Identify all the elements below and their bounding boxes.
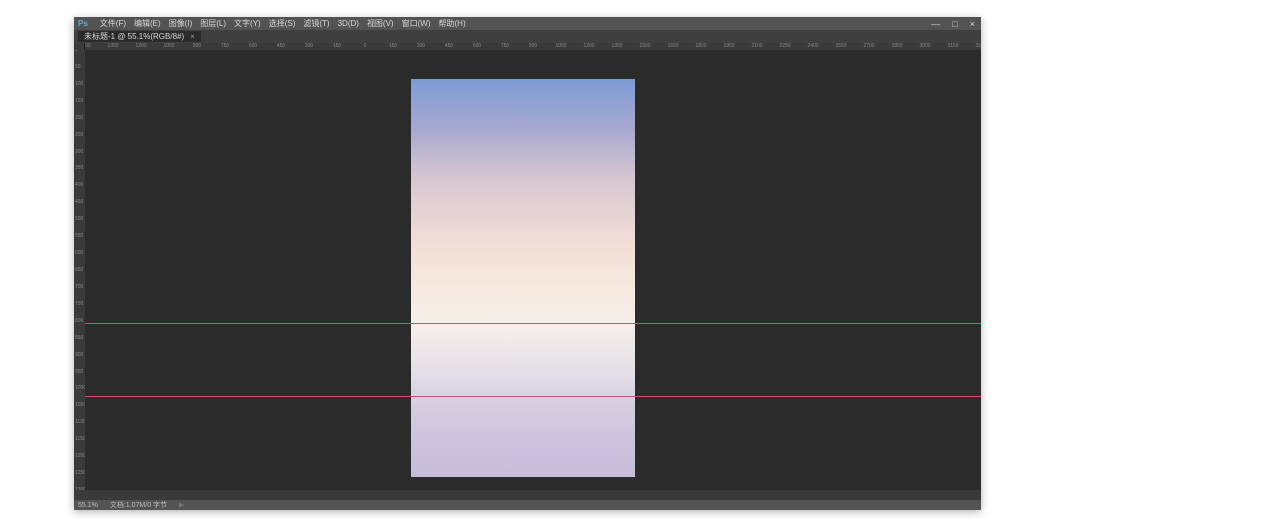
- ruler-tick: 150: [389, 43, 397, 49]
- ruler-tick: 350: [75, 165, 83, 171]
- ruler-tick: 900: [193, 43, 201, 49]
- ruler-tick: 200: [75, 115, 83, 121]
- ruler-tick: 850: [75, 335, 83, 341]
- ruler-tick: 950: [75, 369, 83, 375]
- menu-type[interactable]: 文字(Y): [234, 18, 261, 29]
- ruler-tick: 150: [75, 98, 83, 104]
- ruler-tick: 1100: [75, 419, 85, 425]
- menu-view[interactable]: 视图(V): [367, 18, 394, 29]
- zoom-level[interactable]: 55.1%: [78, 502, 98, 509]
- ruler-tick: 0: [364, 43, 367, 49]
- tab-close-icon[interactable]: ×: [190, 32, 195, 41]
- document-tab[interactable]: 未标题-1 @ 55.1%(RGB/8#) ×: [78, 31, 201, 42]
- ruler-tick: 700: [75, 284, 83, 290]
- ruler-tick: 300: [75, 149, 83, 155]
- ruler-tick: 2100: [751, 43, 762, 49]
- workspace: 0 50 100 150 200 250 300 350 400 450 500 550 600 650 7…: [74, 50, 981, 490]
- ruler-tick: 1650: [667, 43, 678, 49]
- status-bar: 55.1% 文档:1.07M/0 字节 ▶: [74, 500, 981, 510]
- ruler-tick: 400: [75, 182, 83, 188]
- ruler-tick: 0: [75, 50, 78, 53]
- ruler-tick: 1300: [75, 487, 85, 490]
- menu-3d[interactable]: 3D(D): [338, 19, 359, 28]
- ruler-tick: 1800: [695, 43, 706, 49]
- status-arrow-icon[interactable]: ▶: [179, 501, 184, 509]
- ruler-tick: 3300: [975, 43, 981, 49]
- ruler-tick: 1050: [75, 402, 85, 408]
- scrollbar-row[interactable]: [74, 490, 981, 500]
- horizontal-ruler[interactable]: 1500135012001050900750600450300150015030…: [85, 43, 981, 50]
- tab-bar: 未标题-1 @ 55.1%(RGB/8#) ×: [74, 30, 981, 43]
- menu-layer[interactable]: 图层(L): [200, 18, 226, 29]
- ruler-tick: 1950: [723, 43, 734, 49]
- menu-image[interactable]: 图像(I): [169, 18, 193, 29]
- ruler-tick: 250: [75, 132, 83, 138]
- ruler-tick: 750: [501, 43, 509, 49]
- ruler-tick: 50: [75, 64, 81, 70]
- ruler-tick: 300: [305, 43, 313, 49]
- ruler-tick: 2850: [891, 43, 902, 49]
- ruler-tick: 2700: [863, 43, 874, 49]
- ruler-tick: 2250: [779, 43, 790, 49]
- ruler-tick: 1200: [135, 43, 146, 49]
- ruler-corner: [74, 43, 85, 50]
- menu-window[interactable]: 窗口(W): [402, 18, 431, 29]
- ruler-tick: 1200: [583, 43, 594, 49]
- app-logo: Ps: [78, 19, 88, 28]
- canvas-document[interactable]: [411, 79, 635, 477]
- ruler-tick: 1350: [107, 43, 118, 49]
- ruler-tick: 1250: [75, 470, 85, 476]
- ruler-tick: 2400: [807, 43, 818, 49]
- maximize-button[interactable]: □: [950, 19, 959, 29]
- ruler-tick: 600: [249, 43, 257, 49]
- window-controls: — □ ×: [929, 19, 977, 29]
- ruler-tick: 600: [75, 250, 83, 256]
- ruler-tick: 300: [417, 43, 425, 49]
- ruler-tick: 2550: [835, 43, 846, 49]
- ruler-tick: 750: [221, 43, 229, 49]
- ruler-tick: 650: [75, 267, 83, 273]
- ruler-tick: 1150: [75, 436, 85, 442]
- ruler-tick: 900: [75, 352, 83, 358]
- tab-label: 未标题-1 @ 55.1%(RGB/8#): [84, 31, 184, 42]
- ruler-tick: 1000: [75, 385, 85, 391]
- minimize-button[interactable]: —: [929, 19, 942, 29]
- ruler-tick: 1200: [75, 453, 85, 459]
- ruler-row: 1500135012001050900750600450300150015030…: [74, 43, 981, 50]
- ruler-tick: 900: [529, 43, 537, 49]
- ruler-tick: 100: [75, 81, 83, 87]
- ruler-tick: 600: [473, 43, 481, 49]
- close-button[interactable]: ×: [968, 19, 977, 29]
- menu-help[interactable]: 帮助(H): [439, 18, 466, 29]
- menu-select[interactable]: 选择(S): [269, 18, 296, 29]
- menu-bar: Ps 文件(F) 编辑(E) 图像(I) 图层(L) 文字(Y) 选择(S) 滤…: [74, 17, 981, 30]
- ruler-tick: 450: [75, 199, 83, 205]
- ruler-tick: 1500: [85, 43, 91, 49]
- ruler-tick: 450: [445, 43, 453, 49]
- ruler-tick: 1050: [163, 43, 174, 49]
- ruler-tick: 1350: [611, 43, 622, 49]
- menu-file[interactable]: 文件(F): [100, 18, 126, 29]
- ruler-tick: 750: [75, 301, 83, 307]
- ruler-tick: 150: [333, 43, 341, 49]
- menu-edit[interactable]: 编辑(E): [134, 18, 161, 29]
- ruler-tick: 550: [75, 233, 83, 239]
- ruler-tick: 500: [75, 216, 83, 222]
- app-window: Ps 文件(F) 编辑(E) 图像(I) 图层(L) 文字(Y) 选择(S) 滤…: [74, 17, 981, 510]
- ruler-tick: 450: [277, 43, 285, 49]
- canvas-viewport[interactable]: [85, 50, 981, 490]
- menu-filter[interactable]: 滤镜(T): [303, 18, 329, 29]
- ruler-tick: 800: [75, 318, 83, 324]
- ruler-tick: 1050: [555, 43, 566, 49]
- ruler-tick: 3000: [919, 43, 930, 49]
- ruler-tick: 1500: [639, 43, 650, 49]
- ruler-tick: 3150: [947, 43, 958, 49]
- vertical-ruler[interactable]: 0 50 100 150 200 250 300 350 400 450 500 550 600 650 7…: [74, 50, 85, 490]
- doc-info: 文档:1.07M/0 字节: [110, 500, 167, 510]
